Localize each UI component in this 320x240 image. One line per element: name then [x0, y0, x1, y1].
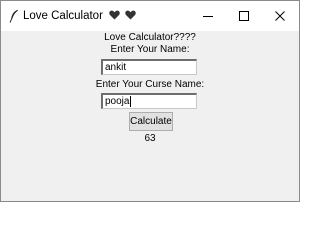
- close-button[interactable]: [265, 1, 295, 31]
- minimize-icon: [203, 11, 213, 21]
- title-bar[interactable]: Love Calculator: [1, 1, 299, 31]
- name-input[interactable]: [101, 59, 197, 75]
- black-heart-icon: [109, 10, 120, 24]
- heading-label: Love Calculator????: [104, 32, 196, 43]
- calculate-button[interactable]: Calculate: [129, 112, 173, 131]
- maximize-icon: [239, 11, 249, 21]
- window-title: Love Calculator: [23, 9, 137, 24]
- app-window: Love Calculator Love Calculator???? Ente…: [0, 0, 300, 202]
- text-cursor: [130, 96, 131, 107]
- result-label: 63: [144, 133, 156, 144]
- main-content: Love Calculator???? Enter Your Name: Ent…: [1, 31, 299, 201]
- feather-icon: [8, 9, 20, 23]
- close-icon: [275, 11, 285, 21]
- black-heart-icon: [125, 10, 137, 24]
- crush-name-label: Enter Your Curse Name:: [95, 79, 205, 90]
- minimize-button[interactable]: [193, 1, 223, 31]
- maximize-button[interactable]: [229, 1, 259, 31]
- window-title-label: Love Calculator: [23, 10, 103, 22]
- crush-name-input[interactable]: [101, 93, 197, 109]
- name-label: Enter Your Name:: [110, 44, 190, 55]
